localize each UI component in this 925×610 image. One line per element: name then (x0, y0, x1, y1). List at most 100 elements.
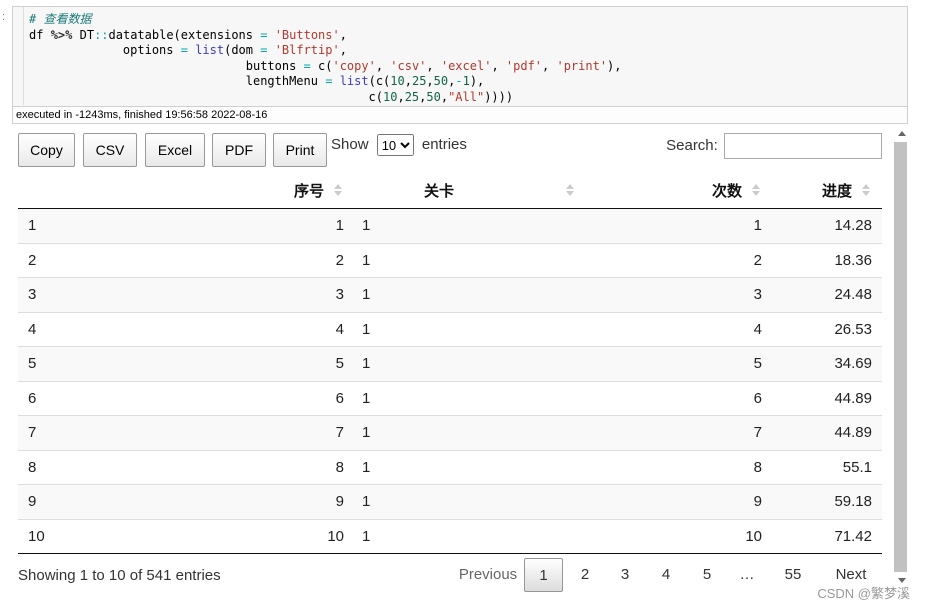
table-cell: 14.28 (772, 208, 882, 243)
entries-label: entries (421, 135, 467, 153)
table-row[interactable]: 4 4 1 4 26.53 (18, 311, 882, 347)
code-editor[interactable]: # 查看数据 df %>% DT::datatable(extensions =… (29, 12, 622, 105)
page-button-2[interactable]: 2 (570, 558, 600, 592)
code-token: (dom (224, 43, 261, 57)
length-control: Show 10 entries (331, 134, 467, 156)
search-label: Search: (666, 136, 718, 154)
table-row[interactable]: 7 7 1 7 44.89 (18, 415, 882, 450)
table-row[interactable]: 10 10 1 10 71.42 (18, 518, 882, 554)
table-cell: 1 (354, 311, 582, 347)
code-token: 'Buttons' (274, 27, 340, 42)
code-token: # 查看数据 (29, 12, 92, 26)
table-cell: 5 (18, 346, 114, 381)
sort-icon (334, 184, 342, 198)
vertical-scrollbar[interactable] (894, 142, 907, 572)
code-token: ), (607, 58, 622, 73)
table-cell: 44.89 (772, 380, 882, 416)
table-cell: 1 (582, 208, 772, 243)
sort-icon (566, 184, 574, 198)
datatable-widget: Copy CSV Excel PDF Print Show 10 entries… (18, 130, 882, 600)
table-cell: 3 (582, 277, 772, 312)
column-header-level[interactable]: 关卡 (354, 172, 582, 209)
code-token: datatable(extensions (108, 27, 261, 42)
print-button[interactable]: Print (273, 133, 327, 167)
code-token: list (195, 43, 225, 57)
code-token: df (29, 27, 51, 42)
excel-button[interactable]: Excel (145, 133, 205, 167)
code-token: DT (72, 27, 95, 42)
code-token: (c( (368, 74, 391, 88)
table-cell: 44.89 (772, 415, 882, 450)
table-row[interactable]: 2 2 1 2 18.36 (18, 242, 882, 278)
table-cell: 4 (18, 311, 114, 347)
table-cell: 24.48 (772, 277, 882, 312)
csv-button[interactable]: CSV (83, 133, 137, 167)
column-header-id[interactable]: 序号 (114, 172, 354, 209)
scroll-up-arrow-icon[interactable] (897, 128, 907, 138)
code-token: , (375, 58, 391, 73)
table-row[interactable]: 9 9 1 9 59.18 (18, 484, 882, 519)
code-token: %>% (50, 27, 73, 42)
code-token: 'Blfrtip' (274, 43, 340, 57)
table-cell: 1 (354, 518, 582, 554)
column-header-count[interactable]: 次数 (582, 172, 772, 209)
code-token: 10 (390, 74, 405, 88)
table-row[interactable]: 1 1 1 1 14.28 (18, 208, 882, 243)
code-token: 'print' (556, 58, 608, 73)
code-cell[interactable]: # 查看数据 df %>% DT::datatable(extensions =… (12, 6, 908, 124)
table-cell: 4 (114, 311, 354, 347)
table-cell: 1 (18, 208, 114, 243)
table-cell: 2 (582, 242, 772, 278)
table-body: 1 1 1 1 14.28 2 2 1 2 18.36 3 3 1 3 24.48 4 4 1 4 26.53 5 5 1 5… (18, 208, 882, 554)
copy-button[interactable]: Copy (18, 133, 75, 167)
table-cell: 10 (582, 518, 772, 554)
page-button-3[interactable]: 3 (610, 558, 640, 592)
table-cell: 5 (582, 346, 772, 381)
table-cell: 1 (354, 208, 582, 243)
search-input[interactable] (724, 133, 882, 159)
code-token: c( (310, 58, 333, 73)
table-cell: 1 (114, 208, 354, 243)
code-token: , (542, 58, 557, 73)
sort-icon (752, 184, 760, 198)
code-token: , (397, 89, 405, 104)
code-token: , (339, 27, 347, 42)
column-header-rownames (18, 172, 114, 209)
page-button-1[interactable]: 1 (524, 558, 563, 592)
table-cell: 3 (18, 277, 114, 312)
page-button-55[interactable]: 55 (774, 558, 812, 592)
code-token: 1 (462, 74, 470, 88)
page-button-4[interactable]: 4 (651, 558, 681, 592)
previous-page-button[interactable]: Previous (438, 558, 538, 592)
code-token: - (455, 74, 463, 88)
table-cell: 1 (354, 380, 582, 416)
code-token: ), (469, 74, 485, 88)
page-button-5[interactable]: 5 (692, 558, 722, 592)
code-token: 'copy' (332, 58, 376, 73)
column-header-progress[interactable]: 进度 (772, 172, 882, 209)
code-token: 10 (383, 89, 398, 104)
table-cell: 9 (18, 484, 114, 519)
code-token: = (180, 43, 188, 57)
watermark: CSDN @繁梦溪 (817, 586, 910, 601)
table-cell: 6 (114, 380, 354, 416)
code-token: 'excel' (440, 58, 492, 73)
pdf-button[interactable]: PDF (212, 133, 266, 167)
table-row[interactable]: 5 5 1 5 34.69 (18, 346, 882, 381)
table-row[interactable]: 8 8 1 8 55.1 (18, 449, 882, 485)
table-cell: 7 (18, 415, 114, 450)
code-token: :: (94, 27, 109, 42)
table-cell: 8 (18, 449, 114, 485)
code-token: 25 (411, 74, 427, 88)
table-row[interactable]: 6 6 1 6 44.89 (18, 380, 882, 416)
table-cell: 1 (354, 277, 582, 312)
table-row[interactable]: 3 3 1 3 24.48 (18, 277, 882, 312)
page-length-select[interactable]: 10 (376, 134, 414, 156)
page-ellipsis: … (739, 566, 755, 583)
table-cell: 26.53 (772, 311, 882, 347)
table-cell: 1 (354, 484, 582, 519)
table-cell: 3 (114, 277, 354, 312)
table-cell: 7 (114, 415, 354, 450)
code-token: = (303, 58, 311, 73)
